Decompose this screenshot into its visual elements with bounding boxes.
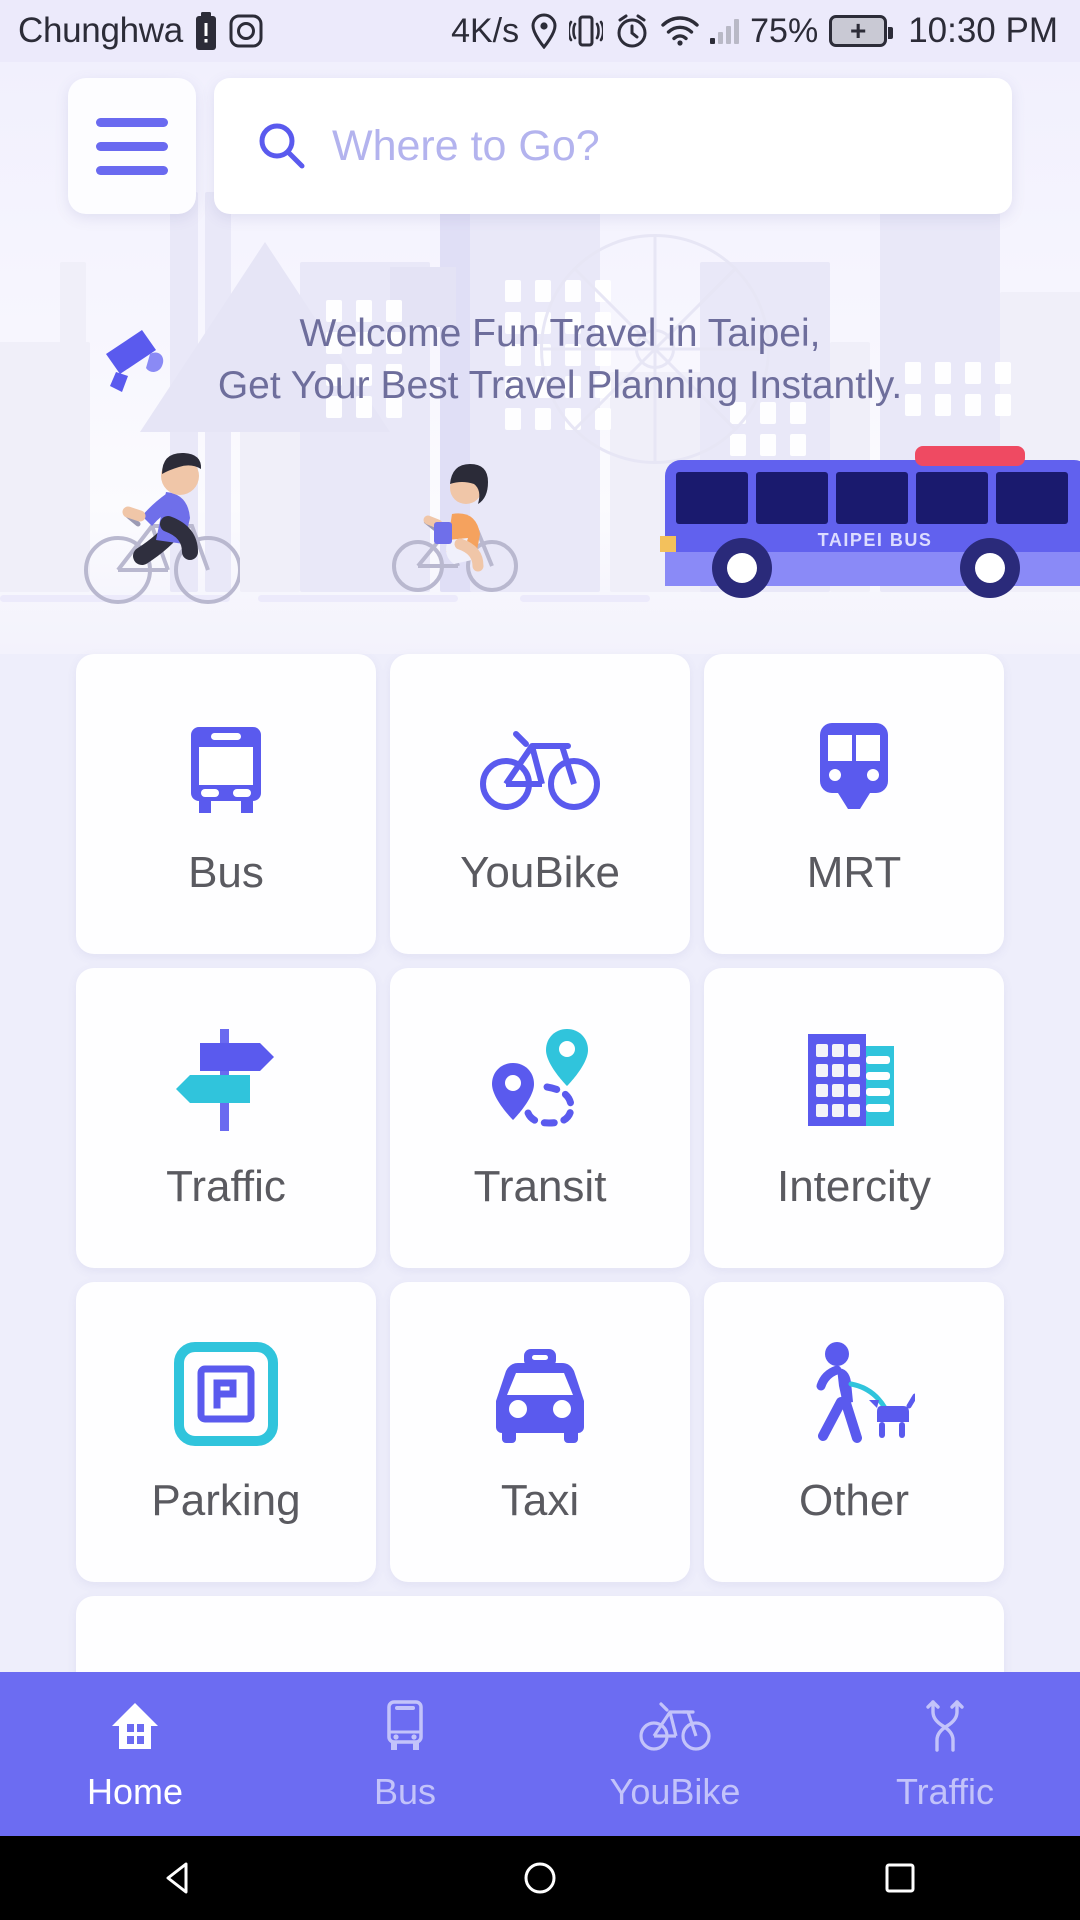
tile-parking[interactable]: Parking — [76, 1282, 376, 1582]
tile-label: Bus — [188, 848, 264, 897]
tile-label: Parking — [151, 1476, 301, 1525]
battery-charging-icon: + — [829, 15, 894, 47]
tile-intercity[interactable]: Intercity — [704, 968, 1004, 1268]
tile-bus[interactable]: Bus — [76, 654, 376, 954]
bus-icon — [380, 1695, 430, 1757]
nav-item-traffic[interactable]: Traffic — [810, 1695, 1080, 1813]
clock-time: 10:30 PM — [908, 11, 1058, 50]
signpost-icon — [168, 1024, 284, 1136]
cyclist-woman-illustration — [390, 448, 520, 598]
taxi-front-icon — [482, 1338, 598, 1450]
alarm-icon — [614, 13, 650, 49]
parking-sign-icon — [173, 1338, 279, 1450]
tile-label: Intercity — [776, 1162, 932, 1211]
data-rate: 4K/s — [451, 11, 520, 50]
search-icon — [256, 120, 308, 172]
android-system-navigation — [0, 1836, 1080, 1920]
signal-bars-icon — [710, 18, 740, 44]
wifi-icon — [661, 16, 699, 46]
home-icon — [107, 1695, 163, 1757]
services-grid: Bus YouBike MRT Traffic Transit Intercit… — [76, 654, 1004, 1582]
tile-label: Transit — [473, 1162, 607, 1211]
carrier-name: Chunghwa — [18, 11, 183, 50]
cyclist-man-illustration — [80, 428, 242, 608]
top-bar: Where to Go? — [0, 76, 1080, 216]
tile-taxi[interactable]: Taxi — [390, 1282, 690, 1582]
battery-percent: 75% — [750, 11, 819, 50]
back-triangle-icon[interactable] — [120, 1836, 240, 1920]
traffic-routes-icon — [919, 1695, 971, 1757]
city-buildings-icon — [798, 1024, 910, 1136]
bicycle-icon — [639, 1695, 711, 1757]
welcome-line-1: Welcome Fun Travel in Taipei, — [299, 312, 821, 355]
nav-label: Bus — [373, 1771, 437, 1812]
hero-banner: Where to Go? Welcome Fun Travel in Taipe… — [0, 62, 1080, 654]
tile-mrt[interactable]: MRT — [704, 654, 1004, 954]
person-walking-dog-icon — [793, 1338, 915, 1450]
tile-label: MRT — [806, 848, 902, 897]
nav-label: Home — [86, 1771, 184, 1812]
status-bar-left: Chunghwa — [18, 11, 263, 51]
status-bar: Chunghwa 4K/s 75% + 10:30 PM — [0, 0, 1080, 62]
vibrate-icon — [569, 13, 604, 49]
camera-icon — [229, 14, 263, 48]
search-input[interactable]: Where to Go? — [214, 78, 1012, 214]
tile-label: Traffic — [166, 1162, 286, 1211]
nav-label: Traffic — [895, 1771, 994, 1812]
bicycle-icon — [480, 710, 600, 822]
taipei-bus-illustration: TAIPEI BUS — [660, 442, 1080, 602]
status-bar-right: 4K/s 75% + 10:30 PM — [263, 11, 1062, 51]
location-pin-icon — [530, 13, 558, 49]
battery-alert-icon — [195, 12, 217, 50]
search-placeholder: Where to Go? — [332, 121, 600, 170]
tile-label: Taxi — [500, 1476, 580, 1525]
tile-youbike[interactable]: YouBike — [390, 654, 690, 954]
nav-item-bus[interactable]: Bus — [270, 1695, 540, 1813]
nav-label: YouBike — [609, 1771, 741, 1812]
recents-square-icon[interactable] — [840, 1836, 960, 1920]
metro-train-icon — [804, 710, 904, 822]
nav-item-home[interactable]: Home — [0, 1695, 270, 1813]
tile-other[interactable]: Other — [704, 1282, 1004, 1582]
bus-label: TAIPEI BUS — [818, 530, 933, 550]
nav-item-youbike[interactable]: YouBike — [540, 1695, 810, 1813]
tile-label: YouBike — [460, 848, 620, 897]
tile-label: Other — [798, 1476, 910, 1525]
tile-transit[interactable]: Transit — [390, 968, 690, 1268]
hamburger-menu-icon[interactable] — [68, 78, 196, 214]
tile-traffic[interactable]: Traffic — [76, 968, 376, 1268]
welcome-message: Welcome Fun Travel in Taipei, Get Your B… — [0, 308, 1080, 413]
bottom-navigation-bar: Home Bus YouBike Traffic — [0, 1672, 1080, 1836]
home-circle-icon[interactable] — [480, 1836, 600, 1920]
bus-front-icon — [173, 710, 279, 822]
welcome-line-2: Get Your Best Travel Planning Instantly. — [217, 364, 903, 408]
route-pins-icon — [481, 1024, 599, 1136]
